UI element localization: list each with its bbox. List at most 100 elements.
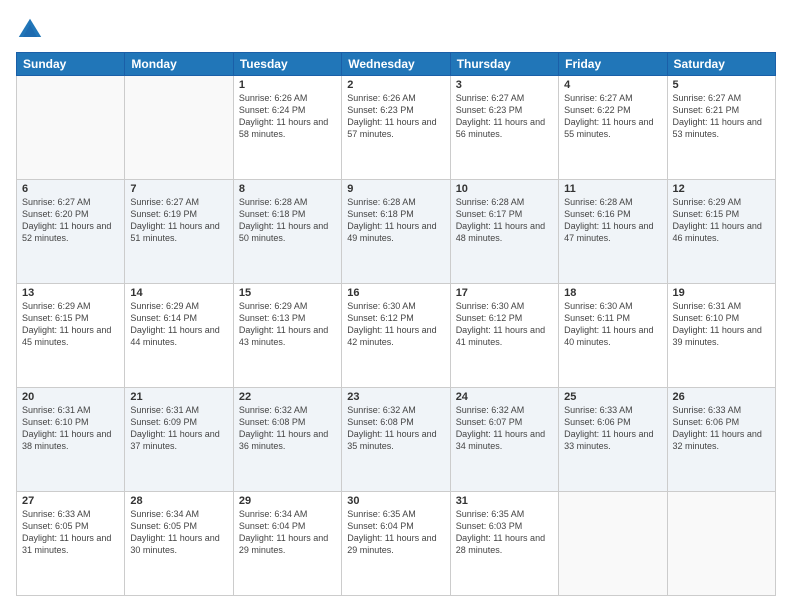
calendar-cell	[125, 76, 233, 180]
day-info: Sunrise: 6:32 AMSunset: 6:08 PMDaylight:…	[347, 404, 444, 453]
header-row: SundayMondayTuesdayWednesdayThursdayFrid…	[17, 53, 776, 76]
day-number: 7	[130, 183, 227, 195]
day-number: 8	[239, 183, 336, 195]
day-info: Sunrise: 6:35 AMSunset: 6:03 PMDaylight:…	[456, 508, 553, 557]
day-number: 22	[239, 391, 336, 403]
day-number: 5	[673, 79, 770, 91]
calendar-cell: 18Sunrise: 6:30 AMSunset: 6:11 PMDayligh…	[559, 284, 667, 388]
calendar-cell	[17, 76, 125, 180]
day-number: 16	[347, 287, 444, 299]
calendar-cell	[667, 492, 775, 596]
week-row-5: 27Sunrise: 6:33 AMSunset: 6:05 PMDayligh…	[17, 492, 776, 596]
day-info: Sunrise: 6:28 AMSunset: 6:16 PMDaylight:…	[564, 196, 661, 245]
calendar: SundayMondayTuesdayWednesdayThursdayFrid…	[16, 52, 776, 596]
day-info: Sunrise: 6:31 AMSunset: 6:09 PMDaylight:…	[130, 404, 227, 453]
day-info: Sunrise: 6:34 AMSunset: 6:04 PMDaylight:…	[239, 508, 336, 557]
day-info: Sunrise: 6:27 AMSunset: 6:23 PMDaylight:…	[456, 92, 553, 141]
calendar-cell: 10Sunrise: 6:28 AMSunset: 6:17 PMDayligh…	[450, 180, 558, 284]
day-number: 30	[347, 495, 444, 507]
calendar-cell: 4Sunrise: 6:27 AMSunset: 6:22 PMDaylight…	[559, 76, 667, 180]
day-info: Sunrise: 6:28 AMSunset: 6:18 PMDaylight:…	[239, 196, 336, 245]
day-info: Sunrise: 6:27 AMSunset: 6:21 PMDaylight:…	[673, 92, 770, 141]
day-number: 15	[239, 287, 336, 299]
calendar-cell: 11Sunrise: 6:28 AMSunset: 6:16 PMDayligh…	[559, 180, 667, 284]
calendar-cell: 30Sunrise: 6:35 AMSunset: 6:04 PMDayligh…	[342, 492, 450, 596]
week-row-1: 1Sunrise: 6:26 AMSunset: 6:24 PMDaylight…	[17, 76, 776, 180]
day-number: 20	[22, 391, 119, 403]
day-number: 13	[22, 287, 119, 299]
day-number: 26	[673, 391, 770, 403]
calendar-cell: 19Sunrise: 6:31 AMSunset: 6:10 PMDayligh…	[667, 284, 775, 388]
calendar-cell: 27Sunrise: 6:33 AMSunset: 6:05 PMDayligh…	[17, 492, 125, 596]
day-number: 21	[130, 391, 227, 403]
week-row-3: 13Sunrise: 6:29 AMSunset: 6:15 PMDayligh…	[17, 284, 776, 388]
calendar-cell: 14Sunrise: 6:29 AMSunset: 6:14 PMDayligh…	[125, 284, 233, 388]
calendar-cell: 29Sunrise: 6:34 AMSunset: 6:04 PMDayligh…	[233, 492, 341, 596]
day-header-monday: Monday	[125, 53, 233, 76]
day-header-friday: Friday	[559, 53, 667, 76]
day-info: Sunrise: 6:26 AMSunset: 6:24 PMDaylight:…	[239, 92, 336, 141]
calendar-cell: 8Sunrise: 6:28 AMSunset: 6:18 PMDaylight…	[233, 180, 341, 284]
calendar-cell: 3Sunrise: 6:27 AMSunset: 6:23 PMDaylight…	[450, 76, 558, 180]
day-info: Sunrise: 6:29 AMSunset: 6:15 PMDaylight:…	[673, 196, 770, 245]
week-row-4: 20Sunrise: 6:31 AMSunset: 6:10 PMDayligh…	[17, 388, 776, 492]
logo	[16, 16, 46, 44]
day-number: 28	[130, 495, 227, 507]
day-info: Sunrise: 6:28 AMSunset: 6:18 PMDaylight:…	[347, 196, 444, 245]
calendar-cell: 12Sunrise: 6:29 AMSunset: 6:15 PMDayligh…	[667, 180, 775, 284]
day-number: 4	[564, 79, 661, 91]
day-info: Sunrise: 6:27 AMSunset: 6:20 PMDaylight:…	[22, 196, 119, 245]
calendar-cell: 1Sunrise: 6:26 AMSunset: 6:24 PMDaylight…	[233, 76, 341, 180]
day-number: 23	[347, 391, 444, 403]
day-info: Sunrise: 6:32 AMSunset: 6:07 PMDaylight:…	[456, 404, 553, 453]
day-number: 10	[456, 183, 553, 195]
day-info: Sunrise: 6:32 AMSunset: 6:08 PMDaylight:…	[239, 404, 336, 453]
day-info: Sunrise: 6:31 AMSunset: 6:10 PMDaylight:…	[673, 300, 770, 349]
day-number: 6	[22, 183, 119, 195]
day-number: 25	[564, 391, 661, 403]
calendar-cell: 6Sunrise: 6:27 AMSunset: 6:20 PMDaylight…	[17, 180, 125, 284]
calendar-cell: 9Sunrise: 6:28 AMSunset: 6:18 PMDaylight…	[342, 180, 450, 284]
day-info: Sunrise: 6:34 AMSunset: 6:05 PMDaylight:…	[130, 508, 227, 557]
day-info: Sunrise: 6:33 AMSunset: 6:05 PMDaylight:…	[22, 508, 119, 557]
day-info: Sunrise: 6:31 AMSunset: 6:10 PMDaylight:…	[22, 404, 119, 453]
day-info: Sunrise: 6:29 AMSunset: 6:13 PMDaylight:…	[239, 300, 336, 349]
day-info: Sunrise: 6:27 AMSunset: 6:19 PMDaylight:…	[130, 196, 227, 245]
day-header-thursday: Thursday	[450, 53, 558, 76]
calendar-cell: 17Sunrise: 6:30 AMSunset: 6:12 PMDayligh…	[450, 284, 558, 388]
calendar-cell: 21Sunrise: 6:31 AMSunset: 6:09 PMDayligh…	[125, 388, 233, 492]
day-number: 27	[22, 495, 119, 507]
calendar-cell: 23Sunrise: 6:32 AMSunset: 6:08 PMDayligh…	[342, 388, 450, 492]
calendar-cell: 5Sunrise: 6:27 AMSunset: 6:21 PMDaylight…	[667, 76, 775, 180]
day-number: 11	[564, 183, 661, 195]
day-number: 24	[456, 391, 553, 403]
calendar-cell: 16Sunrise: 6:30 AMSunset: 6:12 PMDayligh…	[342, 284, 450, 388]
day-number: 12	[673, 183, 770, 195]
day-number: 19	[673, 287, 770, 299]
calendar-cell: 15Sunrise: 6:29 AMSunset: 6:13 PMDayligh…	[233, 284, 341, 388]
day-info: Sunrise: 6:29 AMSunset: 6:15 PMDaylight:…	[22, 300, 119, 349]
logo-icon	[16, 16, 44, 44]
day-header-saturday: Saturday	[667, 53, 775, 76]
day-info: Sunrise: 6:33 AMSunset: 6:06 PMDaylight:…	[673, 404, 770, 453]
day-info: Sunrise: 6:28 AMSunset: 6:17 PMDaylight:…	[456, 196, 553, 245]
day-info: Sunrise: 6:30 AMSunset: 6:12 PMDaylight:…	[347, 300, 444, 349]
calendar-cell: 22Sunrise: 6:32 AMSunset: 6:08 PMDayligh…	[233, 388, 341, 492]
day-number: 2	[347, 79, 444, 91]
day-number: 3	[456, 79, 553, 91]
header	[16, 16, 776, 44]
calendar-cell: 13Sunrise: 6:29 AMSunset: 6:15 PMDayligh…	[17, 284, 125, 388]
day-number: 1	[239, 79, 336, 91]
calendar-cell: 24Sunrise: 6:32 AMSunset: 6:07 PMDayligh…	[450, 388, 558, 492]
calendar-cell: 26Sunrise: 6:33 AMSunset: 6:06 PMDayligh…	[667, 388, 775, 492]
calendar-body: 1Sunrise: 6:26 AMSunset: 6:24 PMDaylight…	[17, 76, 776, 596]
calendar-cell: 31Sunrise: 6:35 AMSunset: 6:03 PMDayligh…	[450, 492, 558, 596]
day-header-sunday: Sunday	[17, 53, 125, 76]
week-row-2: 6Sunrise: 6:27 AMSunset: 6:20 PMDaylight…	[17, 180, 776, 284]
day-header-wednesday: Wednesday	[342, 53, 450, 76]
day-info: Sunrise: 6:30 AMSunset: 6:11 PMDaylight:…	[564, 300, 661, 349]
day-number: 29	[239, 495, 336, 507]
calendar-cell	[559, 492, 667, 596]
day-header-tuesday: Tuesday	[233, 53, 341, 76]
day-number: 31	[456, 495, 553, 507]
